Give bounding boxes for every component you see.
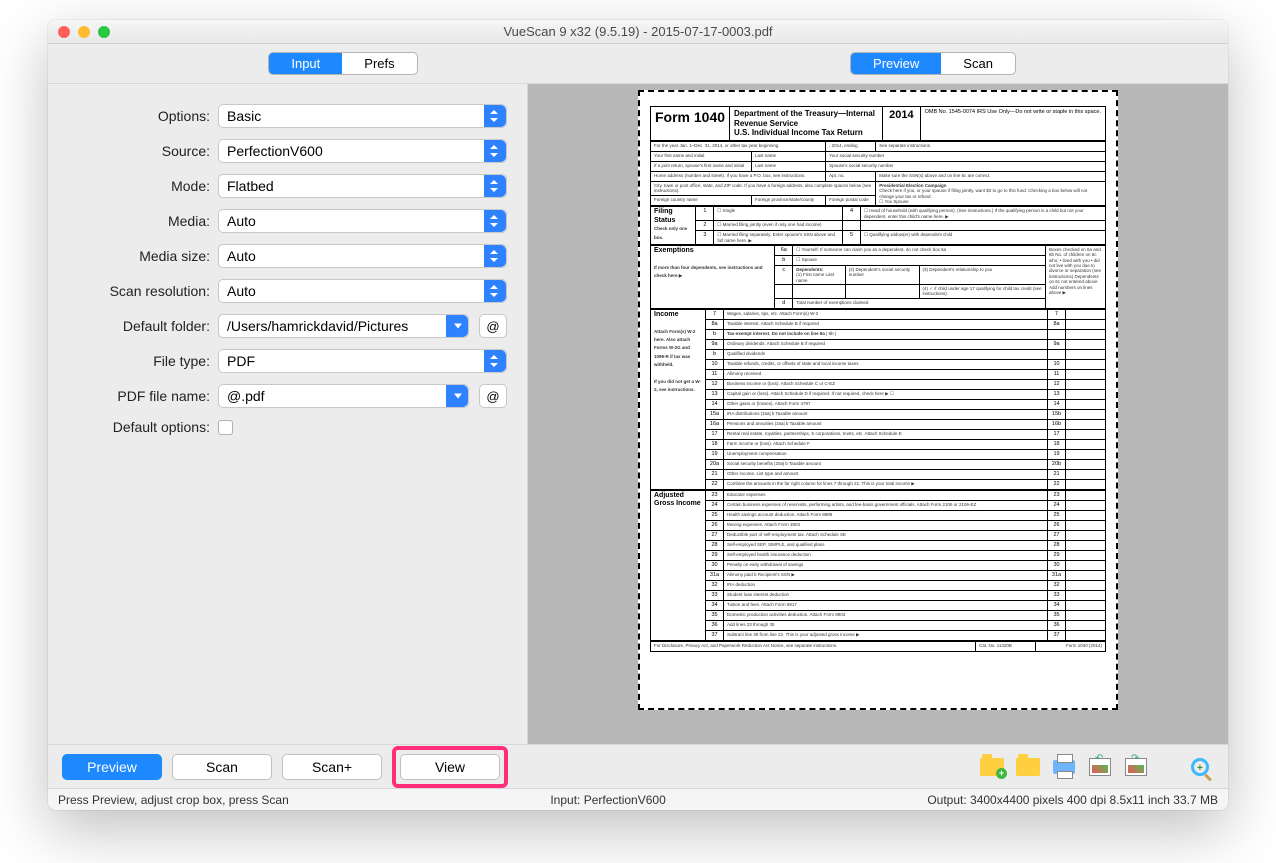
view-highlight: View	[392, 746, 508, 788]
toolbar: Input Prefs Preview Scan	[48, 44, 1228, 84]
left-tabs: Input Prefs	[268, 52, 417, 75]
options-label: Options:	[58, 108, 218, 124]
pdfname-combo[interactable]: @.pdf	[218, 384, 469, 408]
new-folder-button[interactable]: +	[978, 755, 1006, 779]
status-bar: Press Preview, adjust crop box, press Sc…	[48, 788, 1228, 810]
rotate-left-icon: ↶	[1089, 758, 1111, 776]
media-size-select[interactable]: Auto	[218, 244, 507, 268]
app-window: VueScan 9 x32 (9.5.19) - 2015-07-17-0003…	[48, 20, 1228, 810]
scan-button[interactable]: Scan	[172, 754, 272, 780]
chevron-updown-icon	[490, 110, 500, 122]
filetype-select[interactable]: PDF	[218, 349, 507, 373]
tab-input[interactable]: Input	[269, 53, 342, 74]
rotate-right-icon: ↷	[1125, 758, 1147, 776]
chevron-updown-icon	[490, 250, 500, 262]
preview-panel: Form 1040 Department of the Treasury—Int…	[528, 84, 1228, 744]
status-mid: Input: PerfectionV600	[289, 793, 928, 807]
crop-box[interactable]: Form 1040 Department of the Treasury—Int…	[638, 90, 1118, 710]
pdfname-label: PDF file name:	[58, 388, 218, 404]
folder-combo[interactable]: /Users/hamrickdavid/Pictures	[218, 314, 469, 338]
folder-icon	[1016, 758, 1040, 776]
print-button[interactable]	[1050, 755, 1078, 779]
action-bar: Preview Scan Scan+ View + ↶ ↷ +	[48, 744, 1228, 788]
chevron-down-icon	[454, 394, 462, 399]
folder-label: Default folder:	[58, 318, 218, 334]
view-button[interactable]: View	[400, 754, 500, 780]
source-label: Source:	[58, 143, 218, 159]
scanned-document: Form 1040 Department of the Treasury—Int…	[650, 106, 1106, 652]
mode-select[interactable]: Flatbed	[218, 174, 507, 198]
folder-at-button[interactable]: @	[479, 314, 507, 338]
chevron-updown-icon	[490, 215, 500, 227]
folder-plus-icon: +	[980, 758, 1004, 776]
chevron-down-icon	[454, 324, 462, 329]
chevron-updown-icon	[490, 285, 500, 297]
pdfname-at-button[interactable]: @	[479, 384, 507, 408]
icon-toolbar: + ↶ ↷ +	[978, 755, 1214, 779]
media-label: Media:	[58, 213, 218, 229]
media-size-label: Media size:	[58, 248, 218, 264]
resolution-select[interactable]: Auto	[218, 279, 507, 303]
filetype-label: File type:	[58, 353, 218, 369]
mode-label: Mode:	[58, 178, 218, 194]
tab-prefs[interactable]: Prefs	[342, 53, 416, 74]
defaults-checkbox[interactable]	[218, 420, 233, 435]
scanplus-button[interactable]: Scan+	[282, 754, 382, 780]
right-tabs: Preview Scan	[850, 52, 1016, 75]
chevron-updown-icon	[490, 355, 500, 367]
magnifier-plus-icon: +	[1191, 758, 1209, 776]
preview-button[interactable]: Preview	[62, 754, 162, 780]
window-title: VueScan 9 x32 (9.5.19) - 2015-07-17-0003…	[48, 24, 1228, 39]
open-folder-button[interactable]	[1014, 755, 1042, 779]
tab-scan[interactable]: Scan	[941, 53, 1015, 74]
resolution-label: Scan resolution:	[58, 283, 218, 299]
printer-icon	[1053, 760, 1075, 774]
rotate-left-button[interactable]: ↶	[1086, 755, 1114, 779]
defaults-label: Default options:	[58, 419, 218, 435]
rotate-right-button[interactable]: ↷	[1122, 755, 1150, 779]
status-right: Output: 3400x4400 pixels 400 dpi 8.5x11 …	[927, 793, 1218, 807]
source-select[interactable]: PerfectionV600	[218, 139, 507, 163]
titlebar: VueScan 9 x32 (9.5.19) - 2015-07-17-0003…	[48, 20, 1228, 44]
chevron-updown-icon	[490, 180, 500, 192]
chevron-updown-icon	[490, 145, 500, 157]
tab-preview[interactable]: Preview	[851, 53, 941, 74]
status-left: Press Preview, adjust crop box, press Sc…	[58, 793, 289, 807]
media-select[interactable]: Auto	[218, 209, 507, 233]
options-select[interactable]: Basic	[218, 104, 507, 128]
settings-panel: Options: Basic Source: PerfectionV600 Mo…	[48, 84, 528, 744]
zoom-in-button[interactable]: +	[1186, 755, 1214, 779]
